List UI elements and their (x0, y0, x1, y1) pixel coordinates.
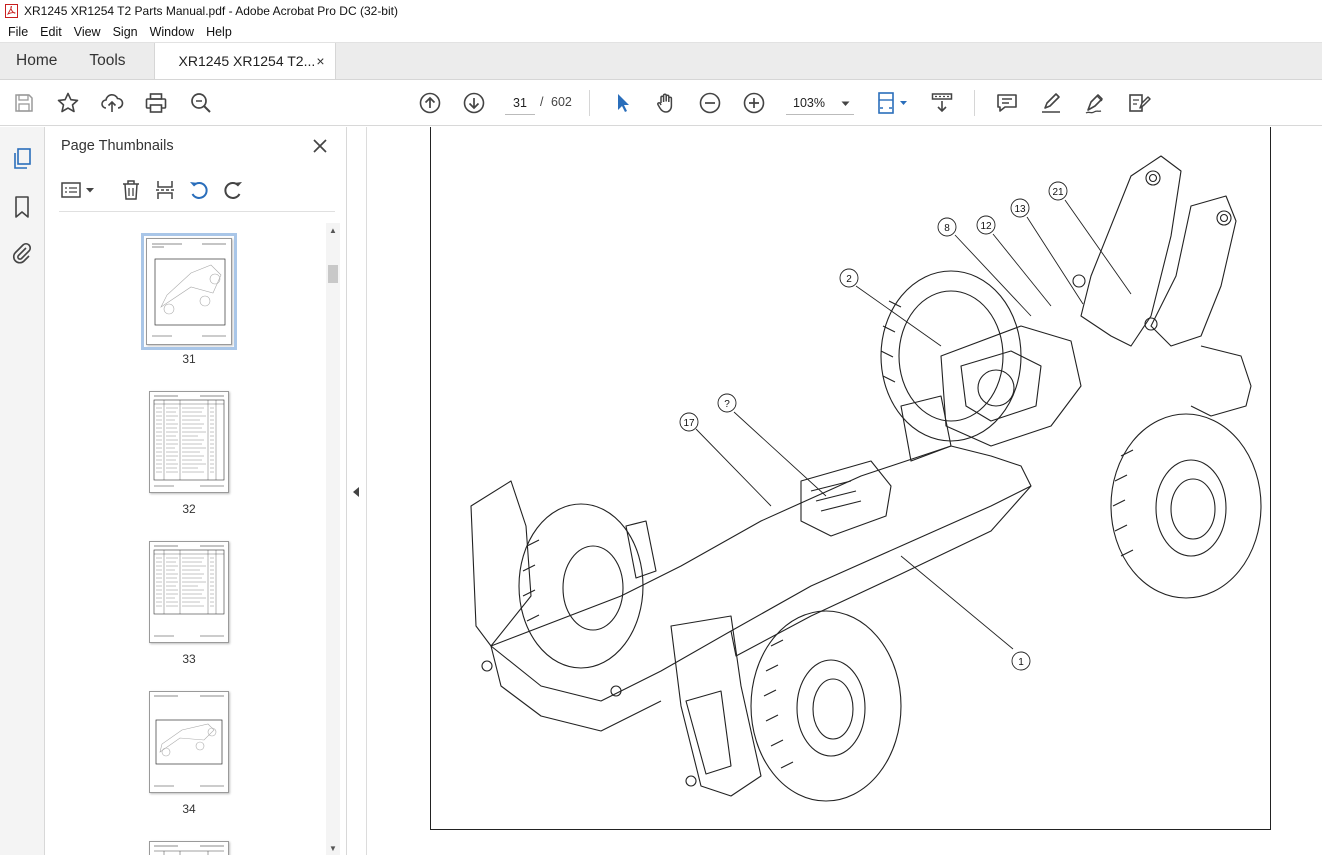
svg-text:2: 2 (846, 274, 852, 285)
callout-17: 17 (679, 412, 699, 432)
menu-bar: File Edit View Sign Window Help (0, 22, 1322, 43)
zoom-search-icon[interactable] (189, 91, 213, 115)
fit-page-icon[interactable] (876, 91, 912, 115)
panel-collapse-strip[interactable] (347, 127, 367, 855)
zoom-dropdown[interactable]: 103% (786, 91, 854, 115)
svg-text:12: 12 (980, 221, 992, 232)
svg-text:21: 21 (1052, 187, 1064, 198)
svg-text:?: ? (724, 399, 730, 410)
thumbnail-page-34[interactable] (149, 691, 229, 793)
select-pointer-icon[interactable] (610, 91, 634, 115)
page-thumbnails-icon[interactable] (10, 147, 34, 171)
thumbnail-page-next[interactable] (149, 841, 229, 855)
zoom-in-icon[interactable] (742, 91, 766, 115)
thumbnail-label-33: 33 (182, 652, 196, 666)
callout-21: 21 (1048, 181, 1068, 201)
hand-icon[interactable] (654, 91, 678, 115)
page-number-input[interactable] (505, 91, 535, 115)
menu-view[interactable]: View (68, 25, 107, 39)
callout-unknown: ? (717, 393, 737, 413)
thumbnail-preview (154, 845, 224, 855)
page-thumbnails-panel: Page Thumbnails 31 32 33 34 ▲ ▼ (45, 127, 347, 855)
rotate-counterclockwise-icon[interactable] (187, 178, 211, 202)
menu-sign[interactable]: Sign (107, 25, 144, 39)
thumbnail-label-32: 32 (182, 502, 196, 516)
menu-file[interactable]: File (2, 25, 34, 39)
thumbnail-label-34: 34 (182, 802, 196, 816)
thumbnail-label-31: 31 (182, 352, 196, 366)
svg-text:17: 17 (683, 418, 695, 429)
telehandler-chassis-diagram: 21 13 12 8 2 ? 17 1 (470, 155, 1262, 802)
page-down-icon[interactable] (462, 91, 486, 115)
star-icon[interactable] (56, 91, 80, 115)
scroll-mode-icon[interactable] (930, 91, 954, 115)
close-icon[interactable] (310, 136, 330, 156)
attachment-icon[interactable] (10, 241, 34, 265)
callout-1: 1 (1011, 651, 1031, 671)
thumbnail-page-32[interactable] (149, 391, 229, 493)
left-rail (0, 127, 45, 855)
acrobat-app-icon (4, 4, 18, 18)
callout-8: 8 (937, 217, 957, 237)
menu-edit[interactable]: Edit (34, 25, 68, 39)
menu-window[interactable]: Window (144, 25, 200, 39)
thumbnail-preview (153, 545, 225, 637)
zoom-value: 103% (793, 95, 825, 110)
thumbnail-page-33[interactable] (149, 541, 229, 643)
zoom-out-icon[interactable] (698, 91, 722, 115)
print-icon[interactable] (144, 91, 168, 115)
tab-bar: Home Tools XR1245 XR1254 T2... × (0, 43, 1322, 80)
tab-home[interactable]: Home (0, 43, 73, 79)
tab-document[interactable]: XR1245 XR1254 T2... × (153, 43, 336, 79)
toolbar-divider (589, 90, 590, 116)
tab-document-label: XR1245 XR1254 T2... (178, 53, 316, 69)
document-viewer[interactable]: 21 13 12 8 2 ? 17 1 (368, 127, 1322, 855)
highlight-icon[interactable] (1039, 91, 1063, 115)
tab-tools[interactable]: Tools (73, 43, 141, 79)
main-toolbar: / 602 103% (0, 80, 1322, 126)
page-total: 602 (551, 95, 572, 109)
chevron-down-icon (841, 96, 850, 110)
panel-divider (59, 211, 335, 212)
page-separator: / (540, 95, 544, 109)
thumbnails-scrollbar[interactable]: ▲ ▼ (326, 223, 340, 855)
thumbnail-options-icon[interactable] (59, 178, 99, 202)
save-icon[interactable] (12, 91, 36, 115)
svg-text:1: 1 (1018, 657, 1024, 668)
thumbnail-preview (154, 695, 224, 787)
panel-title: Page Thumbnails (61, 138, 174, 154)
bookmark-icon[interactable] (10, 195, 34, 219)
tab-close-icon[interactable]: × (316, 53, 324, 69)
thumbnail-preview (152, 243, 226, 337)
upload-icon[interactable] (100, 91, 124, 115)
rotate-clockwise-icon[interactable] (221, 178, 245, 202)
scrollbar-thumb[interactable] (328, 265, 338, 283)
pdf-page: 21 13 12 8 2 ? 17 1 (430, 127, 1271, 830)
edit-tools-icon[interactable] (1127, 91, 1151, 115)
comment-icon[interactable] (995, 91, 1019, 115)
svg-text:8: 8 (944, 223, 950, 234)
scroll-down-icon[interactable]: ▼ (326, 841, 340, 855)
menu-help[interactable]: Help (200, 25, 238, 39)
toolbar-divider (974, 90, 975, 116)
sign-icon[interactable] (1083, 91, 1107, 115)
extract-pages-icon[interactable] (153, 178, 177, 202)
callout-2: 2 (839, 268, 859, 288)
callout-12: 12 (976, 215, 996, 235)
title-bar: XR1245 XR1254 T2 Parts Manual.pdf - Adob… (0, 0, 1322, 22)
thumbnail-preview (153, 395, 225, 487)
callout-13: 13 (1010, 198, 1030, 218)
svg-text:13: 13 (1014, 204, 1026, 215)
thumbnail-page-31[interactable] (141, 233, 237, 350)
window-title: XR1245 XR1254 T2 Parts Manual.pdf - Adob… (24, 4, 398, 18)
page-up-icon[interactable] (418, 91, 442, 115)
delete-icon[interactable] (119, 178, 143, 202)
scroll-up-icon[interactable]: ▲ (326, 223, 340, 237)
collapse-arrow-icon[interactable] (353, 487, 359, 497)
